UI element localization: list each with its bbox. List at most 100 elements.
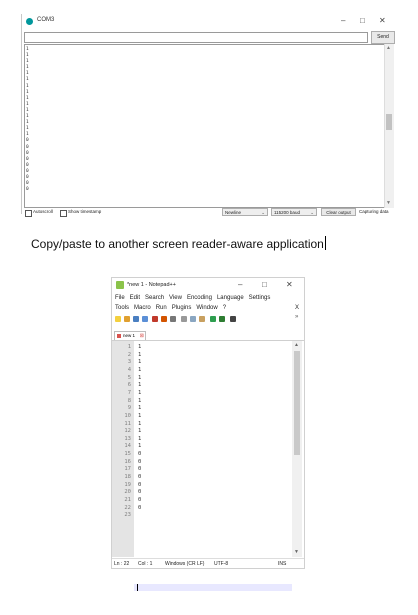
find-icon[interactable]: [230, 316, 236, 322]
editor-line: 1: [138, 412, 142, 419]
menu-edit[interactable]: Edit: [130, 295, 140, 301]
serial-scroll-thumb[interactable]: [386, 114, 392, 130]
serial-window-title: COM3: [37, 17, 55, 23]
clear-output-button[interactable]: Clear output: [321, 208, 356, 216]
menu-window[interactable]: Window: [196, 305, 217, 311]
editor-line: 1: [138, 428, 142, 435]
status-mode: INS: [278, 561, 287, 567]
menu-macro[interactable]: Macro: [134, 305, 151, 311]
line-number: 21: [124, 497, 131, 503]
save-icon[interactable]: [133, 316, 139, 322]
open-file-icon[interactable]: [124, 316, 130, 322]
capturing-data-label: Capturing data: [359, 209, 389, 214]
serial-output-line: 1: [26, 77, 29, 83]
show-timestamp-checkbox[interactable]: [60, 210, 67, 217]
paste-icon[interactable]: [199, 316, 205, 322]
save-all-icon[interactable]: [142, 316, 148, 322]
print-icon[interactable]: [170, 316, 176, 322]
line-number: 17: [124, 466, 131, 473]
npp-editor-area[interactable]: 1111111111111100000000: [134, 341, 292, 591]
minimize-button[interactable]: –: [341, 15, 345, 27]
redo-icon[interactable]: [219, 316, 225, 322]
caption-label: Copy/paste to another screen reader-awar…: [31, 237, 324, 251]
close-all-icon[interactable]: [161, 316, 167, 322]
line-number: 3: [127, 359, 131, 366]
npp-scroll-thumb[interactable]: [294, 351, 300, 455]
caption-text: Copy/paste to another screen reader-awar…: [31, 236, 326, 251]
tab-new-1[interactable]: new 1 ⊠: [114, 331, 146, 340]
line-number: 6: [127, 382, 131, 389]
line-number: 9: [127, 405, 131, 412]
serial-output-line: 0: [26, 156, 29, 162]
close-document-button[interactable]: X: [295, 305, 299, 311]
serial-output-line: 0: [26, 144, 29, 150]
npp-scrollbar[interactable]: ▲ ▼: [292, 341, 302, 557]
arduino-icon: [26, 18, 33, 25]
line-number: 13: [124, 435, 131, 442]
editor-line: 1: [138, 366, 142, 373]
line-number: 8: [127, 397, 131, 404]
scroll-up-icon[interactable]: ▲: [294, 342, 299, 348]
editor-line: 0: [138, 489, 142, 496]
undo-icon[interactable]: [210, 316, 216, 322]
status-column: Col : 1: [138, 561, 153, 567]
copy-icon[interactable]: [190, 316, 196, 322]
line-number: 12: [124, 428, 131, 435]
line-number: 10: [124, 412, 131, 419]
serial-output-lines: 111111111111111000000000: [26, 47, 29, 193]
scroll-down-icon[interactable]: ▼: [294, 549, 299, 555]
notepad-icon: [116, 281, 124, 289]
menu-view[interactable]: View: [169, 295, 182, 301]
status-eol: Windows (CR LF): [165, 561, 205, 567]
scroll-up-icon[interactable]: ▲: [386, 45, 391, 51]
line-number: 20: [124, 489, 131, 496]
line-number: 16: [124, 458, 131, 465]
serial-output-line: 0: [26, 187, 29, 193]
menu-help[interactable]: ?: [223, 305, 226, 311]
maximize-button[interactable]: □: [360, 15, 365, 27]
menu-language[interactable]: Language: [217, 295, 244, 301]
toolbar-overflow-icon[interactable]: »: [295, 314, 298, 320]
menu-file[interactable]: File: [115, 295, 125, 301]
menu-search[interactable]: Search: [145, 295, 164, 301]
line-number: 15: [124, 451, 131, 458]
editor-line: 1: [138, 443, 142, 450]
menu-run[interactable]: Run: [156, 305, 167, 311]
serial-scrollbar[interactable]: ▲ ▼: [384, 44, 394, 208]
line-number: 14: [124, 443, 131, 450]
scroll-down-icon[interactable]: ▼: [386, 200, 391, 206]
text-caret: [137, 584, 138, 591]
editor-line: 0: [138, 466, 142, 473]
status-line: Ln : 22: [114, 561, 130, 567]
serial-title-bar: COM3 – □ ✕: [22, 14, 394, 30]
line-number: 11: [124, 420, 131, 427]
line-ending-select[interactable]: Newline ⌄: [222, 208, 268, 216]
cut-icon[interactable]: [181, 316, 187, 322]
menu-settings[interactable]: Settings: [249, 295, 271, 301]
editor-line: 1: [138, 389, 142, 396]
serial-output-line: 0: [26, 162, 29, 168]
close-button[interactable]: ✕: [379, 15, 386, 27]
status-encoding: UTF-8: [214, 561, 229, 567]
menu-tools[interactable]: Tools: [115, 305, 129, 311]
new-file-icon[interactable]: [115, 316, 121, 322]
close-tab-icon[interactable]: ⊠: [140, 332, 144, 340]
serial-send-input[interactable]: [24, 32, 368, 43]
minimize-button[interactable]: –: [238, 279, 242, 291]
line-number: 18: [124, 474, 131, 481]
close-button[interactable]: ✕: [286, 279, 293, 291]
close-file-icon[interactable]: [152, 316, 158, 322]
line-ending-value: Newline: [225, 210, 242, 215]
menu-bar-row-2: Tools Macro Run Plugins Window?: [115, 305, 231, 311]
line-number: 1: [127, 344, 131, 350]
baud-rate-select[interactable]: 115200 baud ⌄: [271, 208, 317, 216]
send-button[interactable]: Send: [371, 31, 395, 44]
menu-encoding[interactable]: Encoding: [187, 295, 212, 301]
autoscroll-checkbox[interactable]: [25, 210, 32, 217]
notepad-plus-plus-window: *new 1 - Notepad++ – □ ✕ File Edit Search V…: [111, 277, 305, 591]
current-line-highlight: [134, 584, 292, 591]
serial-output-area[interactable]: 111111111111111000000000: [24, 44, 386, 208]
maximize-button[interactable]: □: [262, 279, 267, 291]
menu-plugins[interactable]: Plugins: [172, 305, 192, 311]
autoscroll-label: Autoscroll: [33, 209, 53, 214]
